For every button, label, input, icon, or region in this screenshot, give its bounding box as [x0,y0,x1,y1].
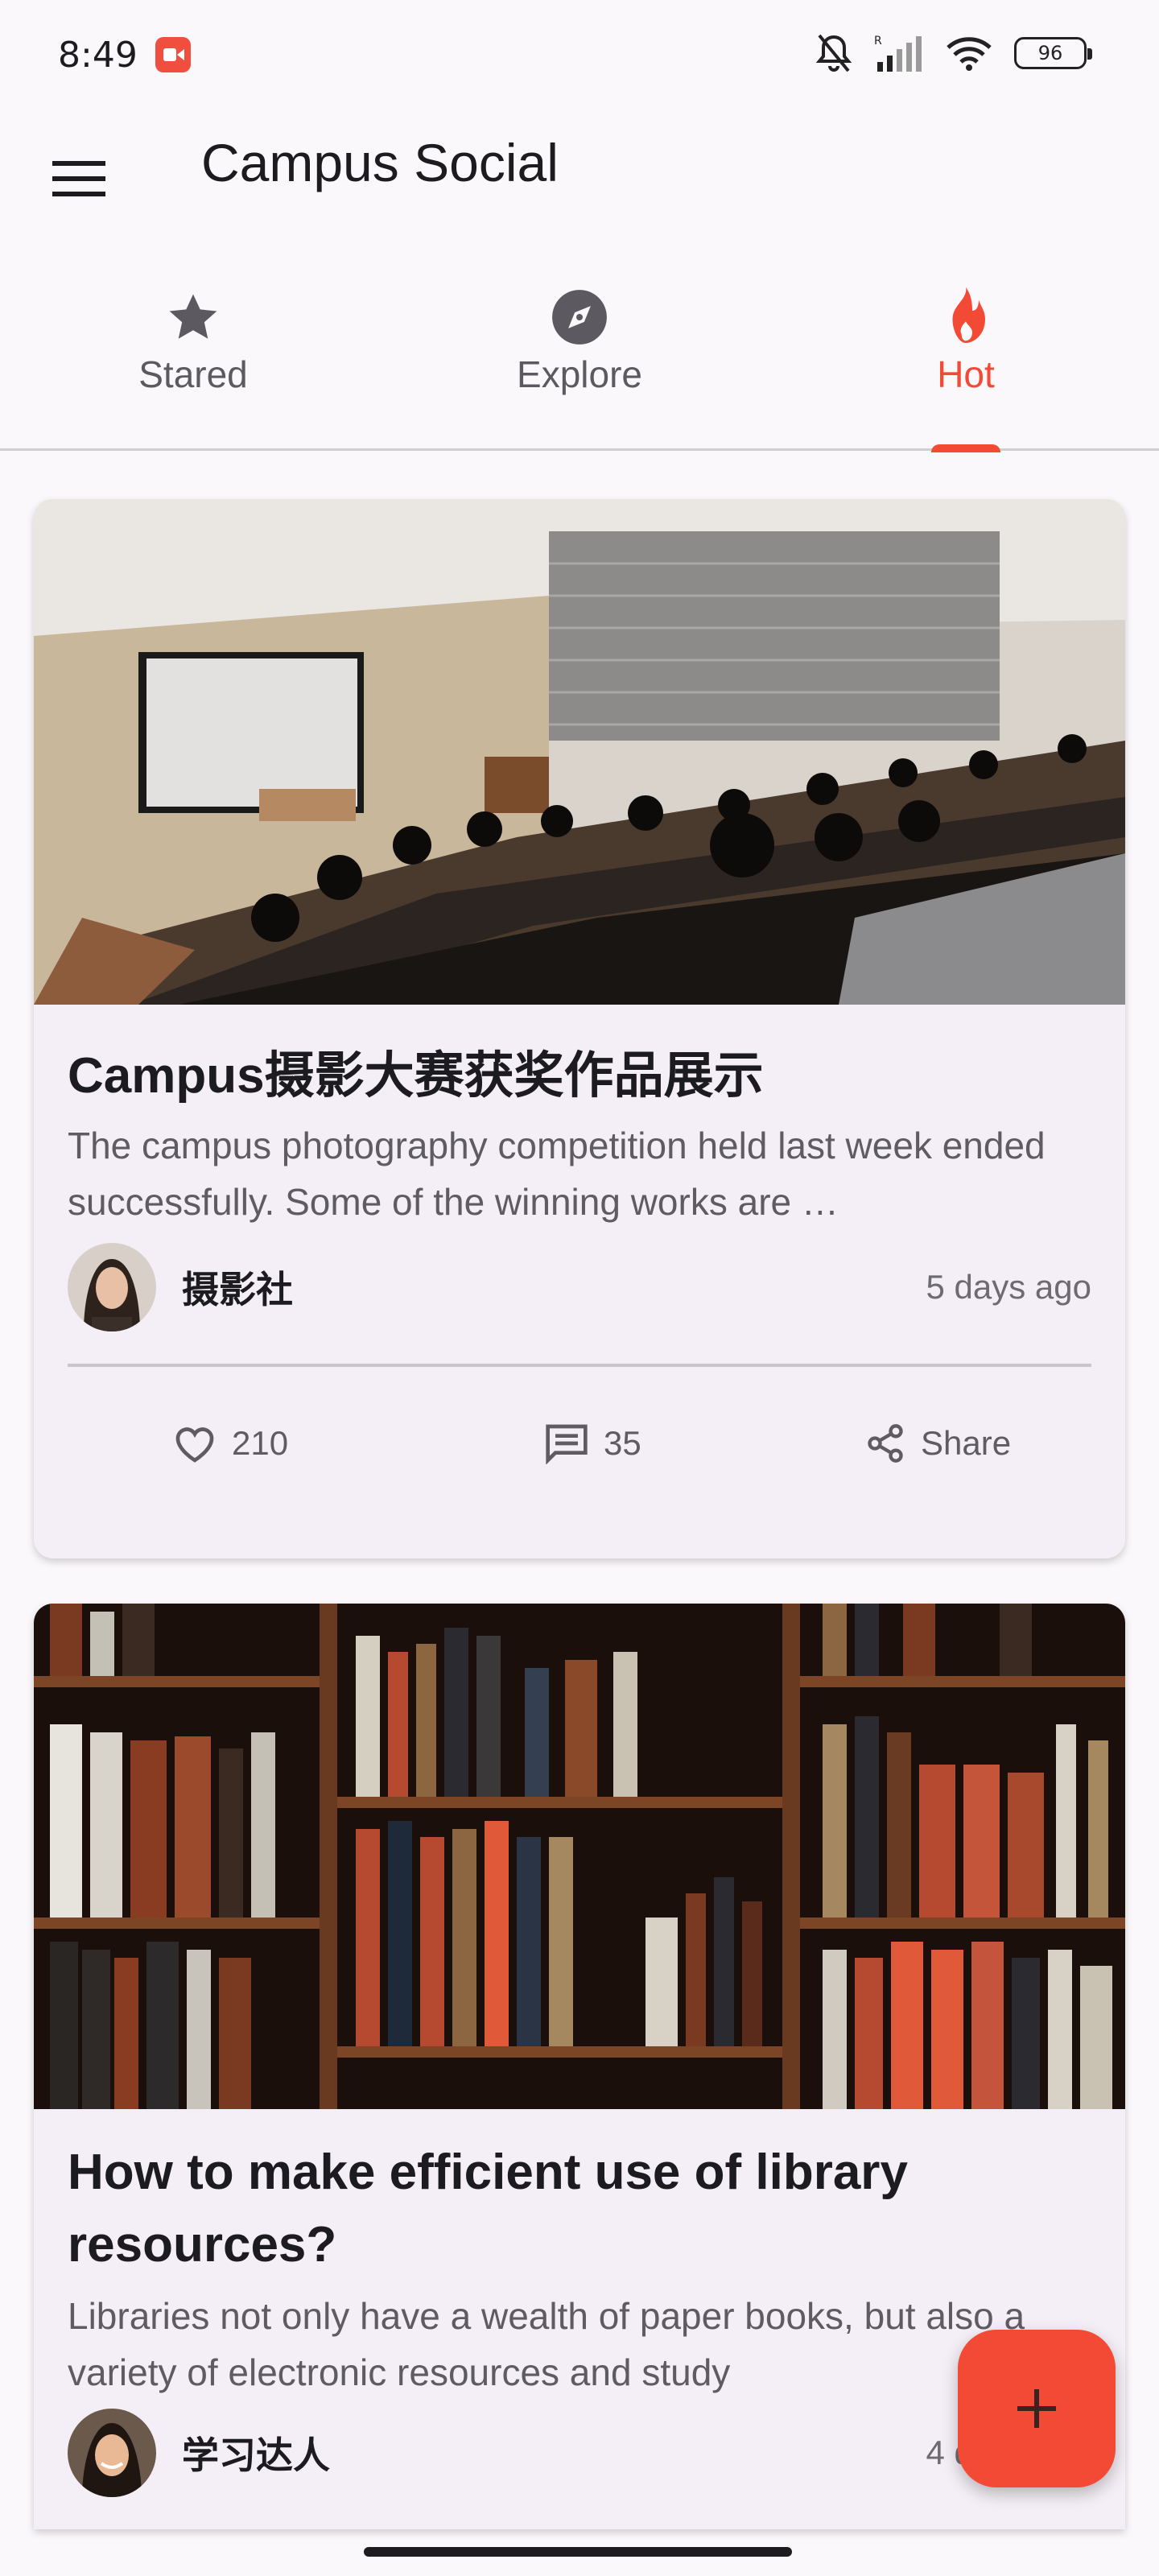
author-row: 学习达人 4 days ago [68,2401,1091,2505]
tab-bar: Stared Explore Hot [0,266,1159,452]
battery-icon: 96 [1014,37,1092,69]
post-title: Campus摄影大赛获奖作品展示 [68,1048,764,1104]
share-icon [868,1424,903,1463]
home-indicator[interactable] [364,2547,792,2557]
status-bar: 8:49 R 96 [0,0,1159,109]
author-name[interactable]: 摄影社 [182,1261,293,1314]
action-bar: 210 35 Share [68,1367,1091,1520]
svg-text:R: R [874,35,882,47]
lecture-hall-photo [34,499,1125,1005]
avatar[interactable] [68,2409,156,2497]
tab-label: Explore [517,353,642,395]
status-time: 8:49 [58,34,138,76]
app-title: Campus Social [201,133,559,192]
share-button[interactable]: Share [864,1367,1011,1520]
author-name[interactable]: 学习达人 [182,2426,330,2479]
tab-label: Stared [138,353,248,395]
wifi-icon [947,37,992,71]
screen-record-icon [155,37,191,72]
comment-button[interactable]: 35 [544,1367,641,1520]
tab-stared[interactable]: Stared [32,266,354,448]
add-post-button[interactable] [958,2330,1116,2487]
comment-count: 35 [604,1424,641,1462]
signal-icon: R [874,35,922,72]
fire-icon [952,287,985,343]
plus-icon [1017,2389,1056,2428]
avatar[interactable] [68,1243,156,1331]
compass-icon [552,290,607,345]
library-bookshelf-photo [34,1604,1125,2109]
post-title: How to make efficient use of library res… [68,2145,908,2273]
tab-explore[interactable]: Explore [419,266,740,448]
heart-icon [175,1427,214,1463]
post-description: The campus photography competition held … [68,1125,1046,1223]
like-button[interactable]: 210 [172,1367,288,1520]
mute-icon [815,34,852,72]
tab-indicator [931,444,1000,452]
post-description: Libraries not only have a wealth of pape… [68,2295,1025,2393]
status-icons: R 96 [815,32,1092,74]
share-label: Share [921,1424,1012,1462]
post-card[interactable]: Campus摄影大赛获奖作品展示 The campus photography … [34,499,1125,1558]
like-count: 210 [232,1424,289,1462]
tab-label: Hot [937,353,995,395]
post-time: 5 days ago [926,1268,1092,1306]
comment-icon [546,1424,588,1464]
author-row: 摄影社 5 days ago [68,1235,1091,1340]
hamburger-menu-icon[interactable] [45,145,113,213]
app-bar: Campus Social [0,109,1159,230]
tab-hot[interactable]: Hot [805,266,1127,448]
star-icon [169,294,217,339]
